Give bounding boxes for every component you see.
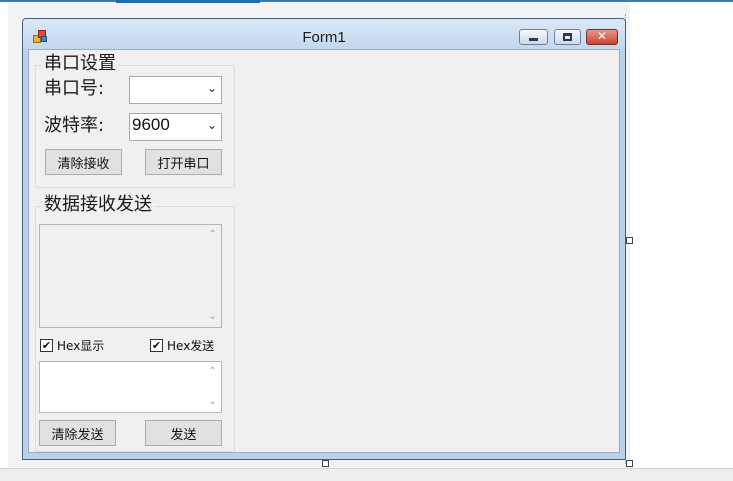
baud-combobox[interactable]: 9600 ⌄	[129, 113, 222, 141]
serial-settings-title: 串口设置	[42, 53, 118, 74]
send-textbox[interactable]: ⌃ ⌄	[39, 361, 222, 413]
form-window[interactable]: Form1 ✕ 串口设置 串口号: ⌄ 波特率: 9600 ⌄ 清除接收 打开串…	[22, 18, 626, 460]
baud-value: 9600	[132, 115, 170, 134]
clear-receive-button[interactable]: 清除接收	[45, 149, 122, 175]
close-button[interactable]: ✕	[586, 29, 618, 45]
close-icon: ✕	[596, 29, 608, 43]
check-icon[interactable]: ✔	[40, 339, 53, 352]
chevron-down-icon: ⌄	[206, 81, 217, 95]
send-button[interactable]: 发送	[145, 420, 222, 446]
hex-display-checkbox[interactable]: ✔ Hex显示	[40, 337, 104, 354]
baud-label: 波特率:	[44, 115, 105, 136]
minimize-icon	[529, 38, 538, 41]
send-scrollbar[interactable]: ⌃ ⌄	[204, 362, 221, 412]
hex-display-label: Hex显示	[57, 339, 105, 353]
receive-textbox[interactable]: ⌃ ⌄	[39, 224, 222, 328]
maximize-button[interactable]	[554, 29, 581, 45]
scroll-down-icon[interactable]: ⌄	[204, 309, 221, 325]
data-transfer-group: 数据接收发送 ⌃ ⌄ ✔ Hex显示 ✔ Hex发送 ⌃ ⌄ 清除发送 发送	[35, 195, 235, 452]
hex-send-label: Hex发送	[167, 339, 215, 353]
resize-handle-right[interactable]	[626, 237, 633, 244]
hex-send-checkbox[interactable]: ✔ Hex发送	[150, 337, 214, 354]
open-port-button[interactable]: 打开串口	[145, 149, 222, 175]
minimize-button[interactable]	[519, 29, 548, 45]
designer-bottom-strip	[0, 468, 733, 481]
port-combobox[interactable]: ⌄	[129, 76, 222, 104]
scroll-up-icon[interactable]: ⌃	[204, 227, 221, 243]
clear-send-button[interactable]: 清除发送	[39, 420, 116, 446]
title-bar[interactable]: Form1 ✕	[23, 19, 625, 49]
scroll-up-icon[interactable]: ⌃	[204, 364, 221, 380]
data-transfer-title: 数据接收发送	[42, 194, 154, 215]
maximize-icon	[563, 33, 572, 41]
form-client-area: 串口设置 串口号: ⌄ 波特率: 9600 ⌄ 清除接收 打开串口 数据接收发送…	[28, 49, 620, 453]
designer-top-strip	[0, 0, 733, 2]
resize-handle-bottom[interactable]	[322, 460, 329, 467]
serial-settings-group: 串口设置 串口号: ⌄ 波特率: 9600 ⌄ 清除接收 打开串口	[35, 54, 235, 188]
check-icon[interactable]: ✔	[150, 339, 163, 352]
resize-handle-corner[interactable]	[626, 460, 633, 467]
scroll-down-icon[interactable]: ⌄	[204, 394, 221, 410]
chevron-down-icon: ⌄	[206, 118, 217, 132]
port-label: 串口号:	[44, 78, 105, 99]
receive-scrollbar[interactable]: ⌃ ⌄	[204, 225, 221, 327]
